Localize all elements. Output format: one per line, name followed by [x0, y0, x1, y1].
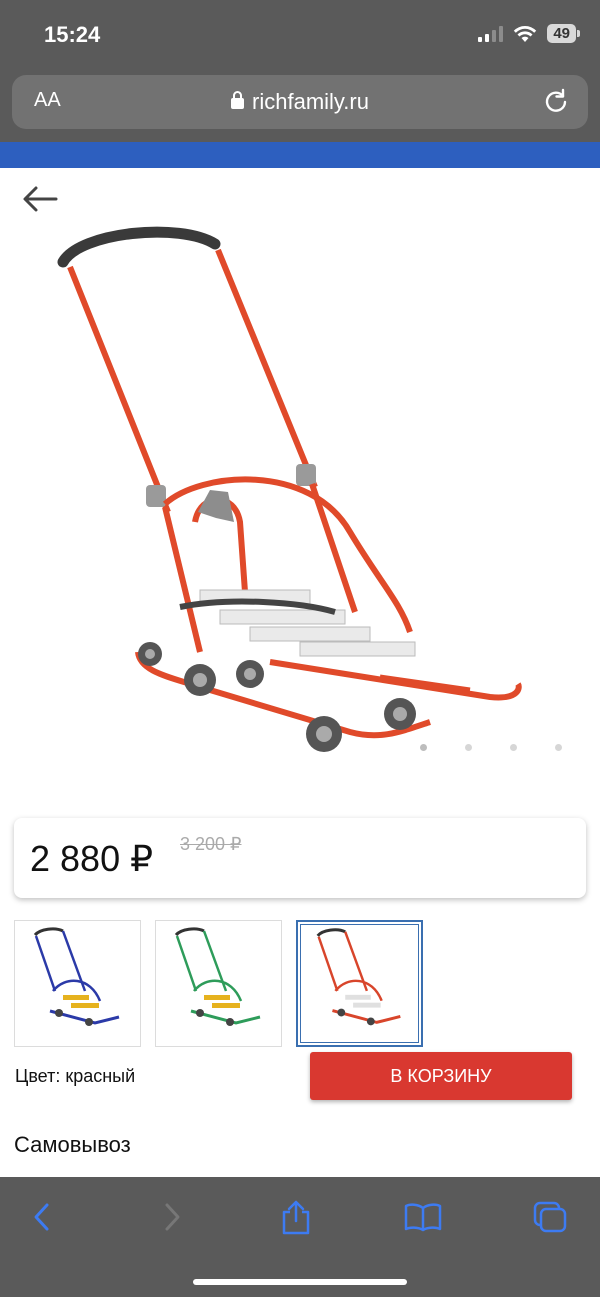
browser-forward-button[interactable]: [152, 1197, 192, 1237]
gallery-dot[interactable]: [510, 744, 517, 751]
share-icon: [282, 1200, 310, 1235]
chevron-right-icon: [165, 1203, 180, 1231]
reload-icon[interactable]: [542, 87, 570, 115]
sled-red-image: [316, 928, 401, 1026]
sled-blue-image: [33, 927, 120, 1026]
chevron-left-icon: [34, 1203, 49, 1231]
home-indicator: [193, 1279, 407, 1285]
browser-top-bar: 15:24 49 AA richfamily.ru: [0, 0, 600, 142]
tabs-icon: [533, 1201, 567, 1233]
lock-icon: [231, 91, 245, 109]
variant-thumb-red[interactable]: [296, 920, 423, 1047]
bookmarks-button[interactable]: [403, 1197, 443, 1237]
status-time: 15:24: [44, 22, 101, 47]
gallery-dot[interactable]: [420, 744, 427, 751]
site-header-strip: [0, 142, 600, 168]
price-card: 2 880 ₽ 3 200 ₽: [14, 818, 586, 898]
battery-icon: 49: [547, 24, 580, 43]
book-icon: [404, 1203, 442, 1232]
color-label: Цвет: красный: [15, 1066, 136, 1086]
browser-back-button[interactable]: [22, 1197, 62, 1237]
color-variants: [14, 920, 423, 1047]
variant-thumb-blue[interactable]: [14, 920, 141, 1047]
gallery-pagination[interactable]: [420, 744, 562, 751]
share-button[interactable]: [276, 1197, 316, 1237]
back-arrow-icon[interactable]: [22, 184, 58, 214]
gallery-dot[interactable]: [555, 744, 562, 751]
url-display[interactable]: richfamily.ru: [12, 89, 588, 115]
pickup-heading: Самовывоз: [14, 1132, 131, 1157]
cellular-signal-icon: [478, 25, 504, 42]
variant-thumb-green[interactable]: [155, 920, 282, 1047]
url-text: richfamily.ru: [252, 89, 369, 114]
wifi-icon: [514, 25, 537, 42]
status-icons: 49: [478, 24, 580, 43]
address-bar[interactable]: AA richfamily.ru: [12, 75, 588, 129]
sled-green-image: [174, 927, 261, 1026]
product-image[interactable]: [50, 222, 550, 782]
current-price: 2 880 ₽: [30, 838, 153, 879]
tabs-button[interactable]: [530, 1197, 570, 1237]
add-to-cart-button[interactable]: В КОРЗИНУ: [310, 1052, 572, 1100]
gallery-dot[interactable]: [465, 744, 472, 751]
old-price: 3 200 ₽: [180, 834, 242, 854]
